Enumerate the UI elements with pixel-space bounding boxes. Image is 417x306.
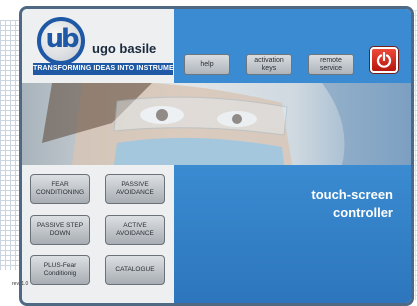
passive-step-down-button[interactable]: PASSIVE STEP DOWN [30,215,90,245]
revision-label: rev. 1.0 [12,281,29,287]
power-button[interactable] [370,47,398,73]
title-line-2: controller [333,205,393,220]
passive-avoidance-button[interactable]: PASSIVE AVOIDANCE [105,174,165,204]
logo-mark: ub [45,24,79,54]
brand-name: ugo basile [92,41,157,56]
lab-researcher-photo [22,83,411,165]
plus-fear-conditioning-button[interactable]: PLUS-Fear Conditionig [30,255,90,285]
logo-area: ub ugo basile TRANSFORMING IDEAS INTO IN… [22,9,188,83]
power-icon [376,52,392,68]
activation-keys-button[interactable]: activation keys [246,54,292,75]
help-button[interactable]: help [184,54,230,75]
brand-tagline: TRANSFORMING IDEAS INTO INSTRUMENTS [33,63,188,75]
title-panel: touch-screen controller [174,165,411,303]
fear-conditioning-button[interactable]: FEAR CONDITIONING [30,174,90,204]
title-line-1: touch-screen [311,187,393,202]
remote-service-button[interactable]: remote service [308,54,354,75]
controller-window: ub ugo basile TRANSFORMING IDEAS INTO IN… [19,6,414,306]
catalogue-button[interactable]: CATALOGUE [105,255,165,285]
test-menu-panel: FEAR CONDITIONING PASSIVE AVOIDANCE PASS… [22,165,174,303]
active-avoidance-button[interactable]: ACTIVE AVOIDANCE [105,215,165,245]
